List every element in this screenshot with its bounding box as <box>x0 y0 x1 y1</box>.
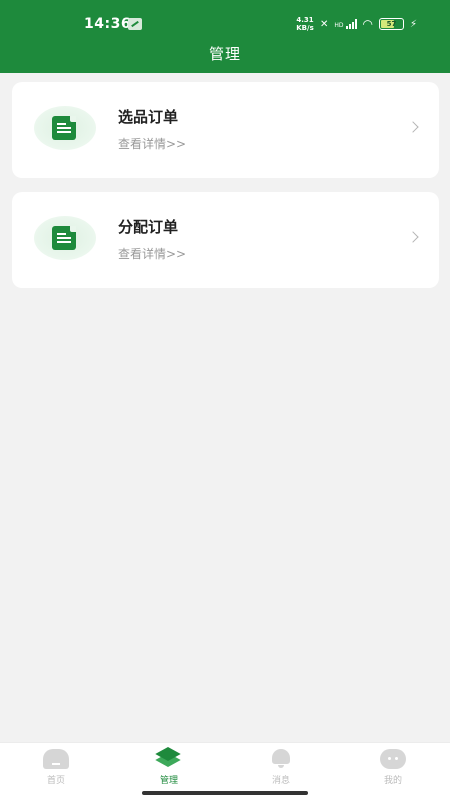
document-icon <box>34 216 96 260</box>
network-speed-value: 4.31 <box>296 16 314 24</box>
document-icon <box>34 106 96 150</box>
battery-icon: 57 <box>379 18 405 30</box>
tab-home[interactable]: 首页 <box>21 749 91 786</box>
tab-manage[interactable]: 管理 <box>134 746 204 786</box>
wrench-icon <box>128 18 142 30</box>
signal-icon: HD <box>334 19 357 29</box>
bell-icon <box>272 749 290 769</box>
card-select-orders[interactable]: 选品订单 查看详情>> <box>12 82 439 178</box>
wifi-icon: ◠ <box>362 17 374 31</box>
tab-mine[interactable]: 我的 <box>358 749 428 786</box>
chevron-right-icon <box>407 121 419 133</box>
charging-icon: ⚡ <box>410 18 418 30</box>
face-icon <box>380 749 406 769</box>
status-bar: 14:36 4.31 KB/s ✕ HD ◠ 57 ⚡ <box>0 0 450 48</box>
tab-messages[interactable]: 消息 <box>246 749 316 786</box>
battery-level: 57 <box>386 20 397 28</box>
chevron-right-icon <box>407 231 419 243</box>
status-time: 14:36 <box>84 16 132 32</box>
card-subtitle-link[interactable]: 查看详情>> <box>118 245 186 262</box>
tab-label: 首页 <box>46 776 65 786</box>
tab-label: 消息 <box>271 776 290 786</box>
card-title: 选品订单 <box>118 108 179 126</box>
card-subtitle-link[interactable]: 查看详情>> <box>118 135 186 152</box>
card-assign-orders[interactable]: 分配订单 查看详情>> <box>12 192 439 288</box>
home-indicator[interactable] <box>142 791 308 795</box>
network-speed-unit: KB/s <box>296 24 314 32</box>
signal-label: HD <box>334 22 344 29</box>
tab-label: 管理 <box>159 776 178 786</box>
page-title: 管理 <box>208 45 241 63</box>
status-icons: ✕ HD ◠ 57 ⚡ <box>320 16 417 32</box>
app-header: 14:36 4.31 KB/s ✕ HD ◠ 57 ⚡ 管理 <box>0 0 450 73</box>
layers-icon <box>155 746 182 769</box>
home-icon <box>43 749 69 769</box>
mute-icon: ✕ <box>320 18 329 30</box>
tab-label: 我的 <box>383 776 402 786</box>
network-speed: 4.31 KB/s <box>294 16 316 32</box>
card-title: 分配订单 <box>118 218 179 236</box>
